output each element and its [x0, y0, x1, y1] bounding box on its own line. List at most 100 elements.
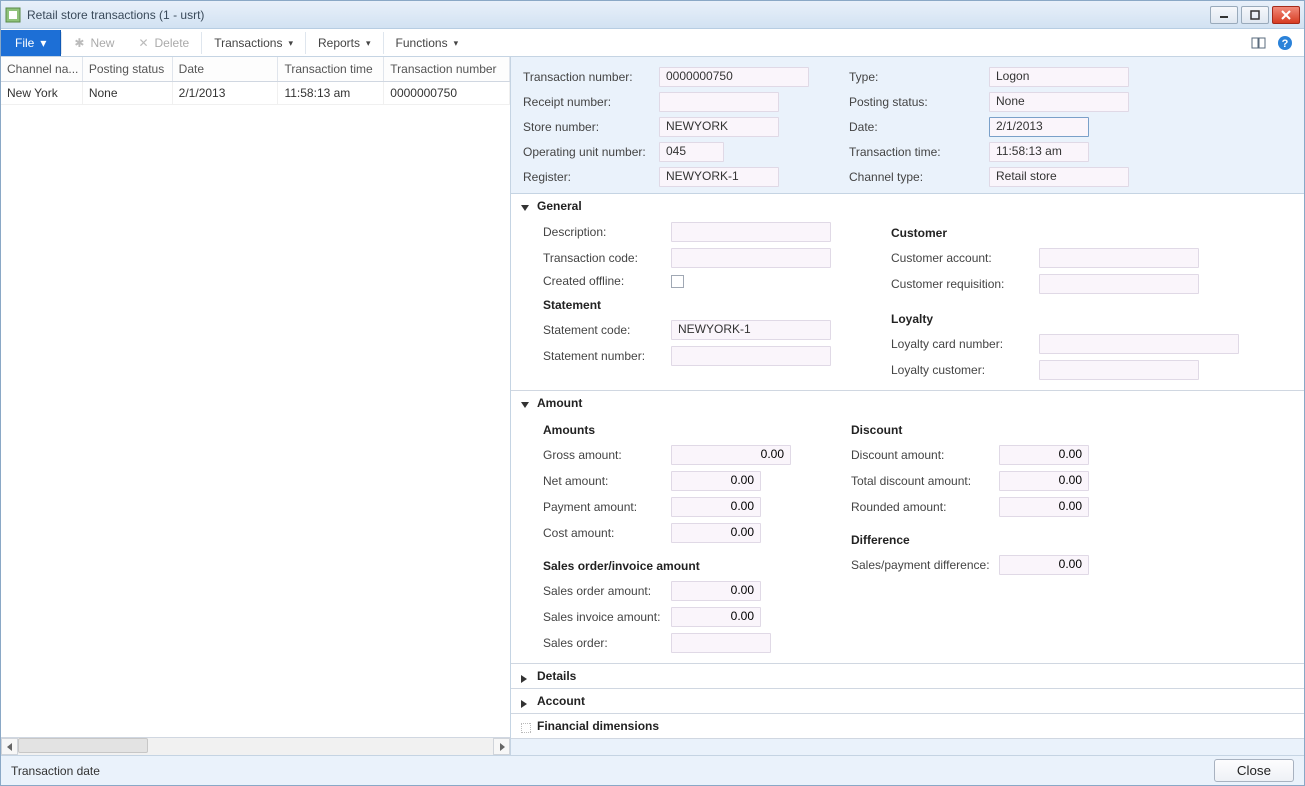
receipt-number-field[interactable]	[659, 92, 779, 112]
channel-type-field[interactable]: Retail store	[989, 167, 1129, 187]
functions-menu[interactable]: Functions▾	[384, 30, 471, 56]
created-offline-checkbox[interactable]	[671, 275, 684, 288]
total-discount-label: Total discount amount:	[851, 474, 991, 488]
section-header-general[interactable]: General	[511, 194, 1304, 218]
section-amount: Amount Amounts Gross amount:0.00 Net amo…	[511, 391, 1304, 664]
help-icon[interactable]: ?	[1276, 34, 1294, 52]
header-col-left: Transaction number:0000000750 Receipt nu…	[523, 67, 809, 187]
delete-icon: ✕	[138, 36, 148, 50]
rounded-amount-field[interactable]: 0.00	[999, 497, 1089, 517]
customer-requisition-field[interactable]	[1039, 274, 1199, 294]
grid-pane: Channel na... Posting status Date Transa…	[1, 57, 511, 755]
collapse-icon	[521, 202, 529, 210]
toolbar-right: ?	[1250, 30, 1304, 56]
loyalty-card-field[interactable]	[1039, 334, 1239, 354]
operating-unit-field[interactable]: 045	[659, 142, 724, 162]
sales-invoice-amount-label: Sales invoice amount:	[543, 610, 663, 624]
transactions-menu[interactable]: Transactions▾	[202, 30, 305, 56]
statement-number-label: Statement number:	[543, 349, 663, 363]
amount-right: Discount Discount amount: 0.00 Total disc…	[851, 419, 1089, 653]
transaction-code-field[interactable]	[671, 248, 831, 268]
store-number-field[interactable]: NEWYORK	[659, 117, 779, 137]
section-header-account[interactable]: Account	[511, 689, 1304, 713]
sales-order-heading: Sales order/invoice amount	[543, 559, 791, 573]
customer-requisition-label: Customer requisition:	[891, 277, 1031, 291]
view-icon[interactable]	[1250, 34, 1268, 52]
col-header-number[interactable]: Transaction number	[384, 57, 510, 81]
type-field[interactable]: Logon	[989, 67, 1129, 87]
customer-heading: Customer	[891, 226, 1239, 240]
total-discount-field[interactable]: 0.00	[999, 471, 1089, 491]
sales-invoice-amount-field[interactable]: 0.00	[671, 607, 761, 627]
section-title: Account	[537, 694, 585, 708]
new-label: New	[90, 36, 114, 50]
cost-field[interactable]: 0.00	[671, 523, 761, 543]
section-header-financial[interactable]: Financial dimensions	[511, 714, 1304, 738]
cell-channel: New York	[1, 82, 83, 104]
section-header-amount[interactable]: Amount	[511, 391, 1304, 415]
close-window-button[interactable]	[1272, 6, 1300, 24]
discount-amount-label: Discount amount:	[851, 448, 991, 462]
created-offline-label: Created offline:	[543, 274, 663, 288]
chevron-down-icon: ▾	[454, 38, 459, 49]
statement-code-field[interactable]: NEWYORK-1	[671, 320, 831, 340]
transaction-number-label: Transaction number:	[523, 70, 651, 84]
statement-code-label: Statement code:	[543, 323, 663, 337]
section-header-details[interactable]: Details	[511, 664, 1304, 688]
sales-payment-diff-field[interactable]: 0.00	[999, 555, 1089, 575]
new-icon: ✱	[74, 36, 84, 50]
net-field[interactable]: 0.00	[671, 471, 761, 491]
sales-payment-diff-label: Sales/payment difference:	[851, 558, 991, 572]
scroll-track[interactable]	[18, 738, 493, 755]
expand-icon	[521, 672, 529, 680]
table-row[interactable]: New York None 2/1/2013 11:58:13 am 00000…	[1, 82, 510, 105]
horizontal-scrollbar[interactable]	[1, 737, 510, 755]
new-button[interactable]: ✱ New	[62, 30, 126, 56]
delete-button[interactable]: ✕ Delete	[126, 30, 201, 56]
col-header-time[interactable]: Transaction time	[278, 57, 384, 81]
date-field[interactable]: 2/1/2013	[989, 117, 1089, 137]
cell-time: 11:58:13 am	[278, 82, 384, 104]
cell-number: 0000000750	[384, 82, 510, 104]
posting-status-field[interactable]: None	[989, 92, 1129, 112]
chevron-down-icon: ▾	[288, 38, 293, 49]
sales-order-field[interactable]	[671, 633, 771, 653]
amounts-heading: Amounts	[543, 423, 791, 437]
scroll-right-button[interactable]	[493, 738, 510, 755]
section-title: Details	[537, 669, 576, 683]
col-header-channel[interactable]: Channel na...	[1, 57, 83, 81]
statement-number-field[interactable]	[671, 346, 831, 366]
reports-label: Reports	[318, 36, 360, 50]
toolbar: File ▾ ✱ New ✕ Delete Transactions▾ Repo…	[1, 29, 1304, 57]
scroll-thumb[interactable]	[18, 738, 148, 753]
scroll-left-button[interactable]	[1, 738, 18, 755]
general-left: Description: Transaction code: Created o…	[543, 222, 831, 380]
loyalty-heading: Loyalty	[891, 312, 1239, 326]
file-label: File	[15, 36, 34, 50]
col-header-date[interactable]: Date	[173, 57, 279, 81]
description-field[interactable]	[671, 222, 831, 242]
detail-pane: Transaction number:0000000750 Receipt nu…	[511, 57, 1304, 755]
customer-account-field[interactable]	[1039, 248, 1199, 268]
file-menu[interactable]: File ▾	[1, 30, 61, 56]
discount-heading: Discount	[851, 423, 1089, 437]
delete-label: Delete	[155, 36, 190, 50]
chevron-down-icon: ▾	[366, 38, 371, 49]
minimize-button[interactable]	[1210, 6, 1238, 24]
loyalty-customer-field[interactable]	[1039, 360, 1199, 380]
general-right: Customer Customer account: Customer requ…	[891, 222, 1239, 380]
sales-order-amount-field[interactable]: 0.00	[671, 581, 761, 601]
close-button[interactable]: Close	[1214, 759, 1294, 782]
transaction-time-field[interactable]: 11:58:13 am	[989, 142, 1089, 162]
payment-label: Payment amount:	[543, 500, 663, 514]
section-title: General	[537, 199, 582, 213]
discount-amount-field[interactable]: 0.00	[999, 445, 1089, 465]
payment-field[interactable]: 0.00	[671, 497, 761, 517]
transaction-number-field[interactable]: 0000000750	[659, 67, 809, 87]
collapse-icon	[521, 399, 529, 407]
register-field[interactable]: NEWYORK-1	[659, 167, 779, 187]
col-header-posting[interactable]: Posting status	[83, 57, 173, 81]
gross-field[interactable]: 0.00	[671, 445, 791, 465]
reports-menu[interactable]: Reports ▾	[306, 30, 383, 56]
maximize-button[interactable]	[1241, 6, 1269, 24]
